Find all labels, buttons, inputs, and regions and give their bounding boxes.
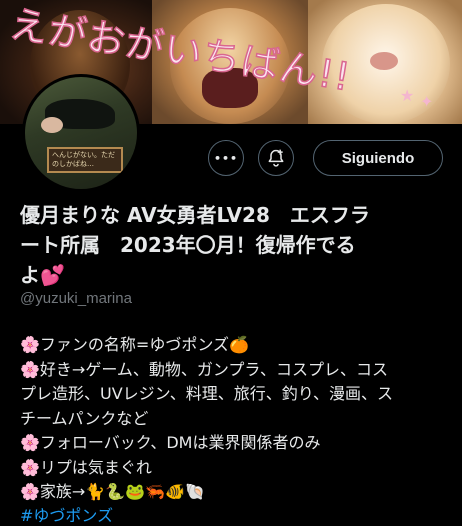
bio-line: 🌸ファンの名称=ゆづポンズ🍊 xyxy=(20,333,450,358)
more-icon: ••• xyxy=(213,151,239,165)
bio-text: リプは気まぐれ xyxy=(39,457,152,477)
flower-bullet-icon: 🌸 xyxy=(20,335,40,354)
hearts-emoji: 💕 xyxy=(40,263,65,287)
bio-text: 好き→ゲーム、動物、ガンプラ、コスプレ、コス xyxy=(39,359,389,379)
notifications-button[interactable] xyxy=(258,140,294,176)
bio-line: 🌸リプは気まぐれ xyxy=(20,456,450,481)
star-decoration: ★ xyxy=(400,86,415,105)
hashtag-link[interactable]: #ゆづポンズ xyxy=(20,502,113,526)
star-decoration: ✦ xyxy=(420,92,434,111)
avatar-face xyxy=(41,117,63,133)
display-name-line: よ💕 xyxy=(20,260,450,290)
bio-line: 🌸家族→🐈🐍🐸🦐🐠🐚 xyxy=(20,480,450,505)
following-button[interactable]: Siguiendo xyxy=(313,140,443,176)
avatar-sign: へんじがない。ただのしかばね… xyxy=(47,147,123,173)
username-handle: @yuzuki_marina xyxy=(20,290,132,307)
display-name-line: 優月まりな AV女勇者LV28 エスフラ xyxy=(20,203,370,227)
profile-avatar[interactable]: へんじがない。ただのしかばね… xyxy=(22,74,140,192)
display-name-text: よ xyxy=(20,263,40,287)
bio-line: 🌸好き→ゲーム、動物、ガンプラ、コスプレ、コス xyxy=(20,358,450,383)
bio-line: プレ造形、UVレジン、料理、旅行、釣り、漫画、ス xyxy=(20,384,394,403)
profile-bio: 🌸ファンの名称=ゆづポンズ🍊 🌸好き→ゲーム、動物、ガンプラ、コスプレ、コス プ… xyxy=(20,333,450,505)
bio-text: フォローバック、DMは業界関係者のみ xyxy=(39,433,321,452)
bio-line: 🌸フォローバック、DMは業界関係者のみ xyxy=(20,431,450,456)
bio-text: ファンの名称=ゆづポンズ🍊 xyxy=(39,335,249,354)
display-name-line: ート所属 2023年〇月！復帰作でる xyxy=(20,233,356,257)
flower-bullet-icon: 🌸 xyxy=(20,359,40,379)
bio-line: チームパンクなど xyxy=(20,408,149,428)
bio-text: 家族→🐈🐍🐸🦐🐠🐚 xyxy=(39,482,205,501)
display-name: 優月まりな AV女勇者LV28 エスフラ ート所属 2023年〇月！復帰作でる … xyxy=(20,200,450,290)
more-options-button[interactable]: ••• xyxy=(208,140,244,176)
flower-bullet-icon: 🌸 xyxy=(20,482,40,501)
flower-bullet-icon: 🌸 xyxy=(20,457,40,477)
bell-plus-icon xyxy=(268,149,284,167)
flower-bullet-icon: 🌸 xyxy=(20,433,40,452)
